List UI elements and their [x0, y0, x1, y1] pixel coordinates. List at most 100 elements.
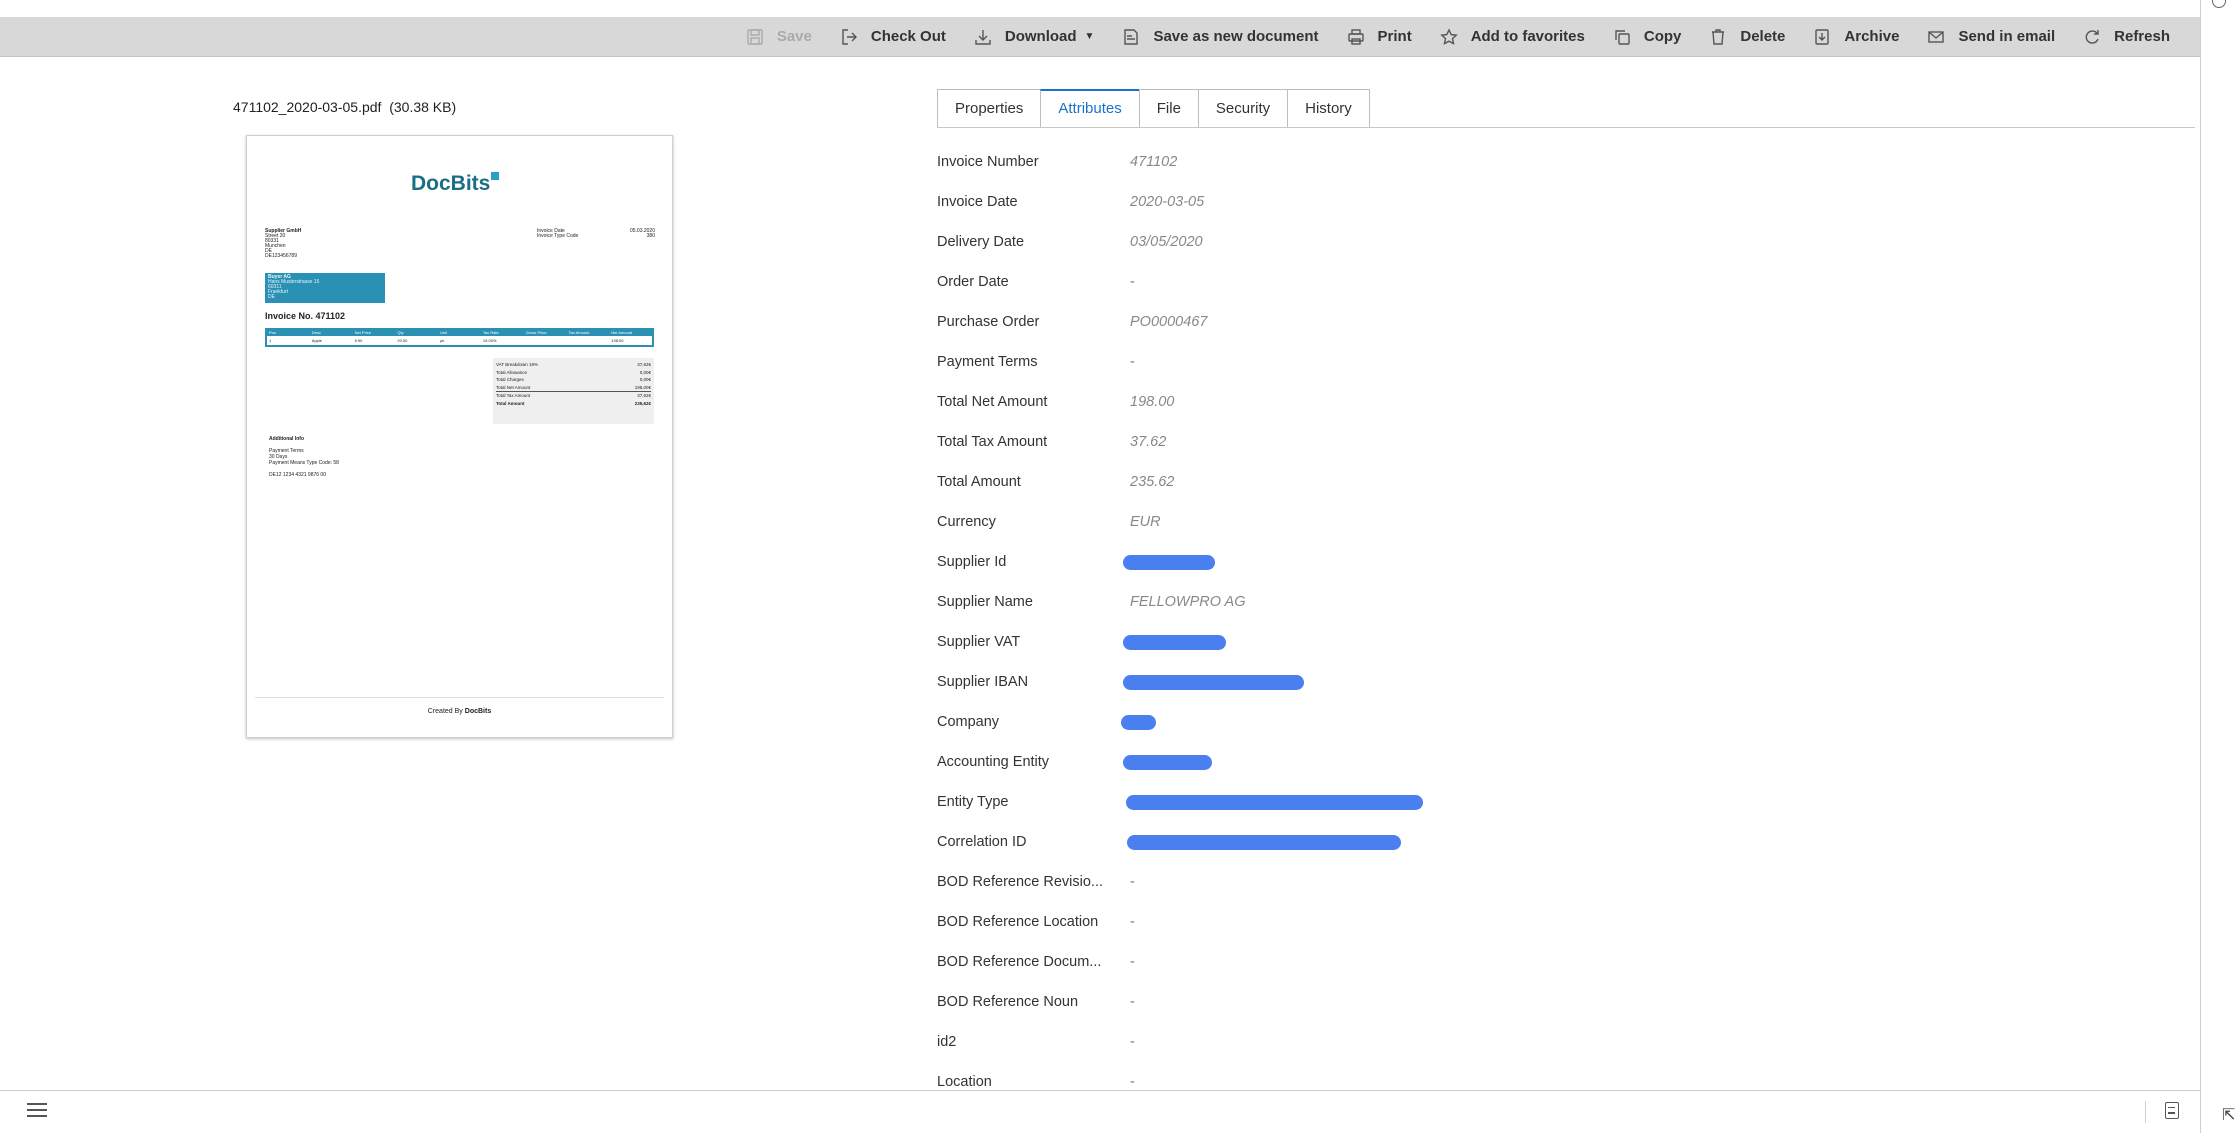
- tab-attributes[interactable]: Attributes: [1040, 89, 1140, 127]
- attribute-value[interactable]: -: [1130, 354, 1135, 370]
- attribute-value[interactable]: 37.62: [1130, 434, 1166, 450]
- tab-file[interactable]: File: [1138, 89, 1199, 127]
- table-header: Pos Desc Net Price Qty Unit Tax Rate Gross Pri…: [267, 330, 652, 336]
- attribute-label: Payment Terms: [937, 354, 1038, 370]
- star-icon: [1439, 27, 1458, 45]
- invoice-title: Invoice No. 471102: [265, 311, 346, 321]
- attribute-row: Correlation ID: [937, 822, 2187, 862]
- hamburger-menu-icon[interactable]: [27, 1103, 47, 1117]
- attribute-label: Supplier VAT: [937, 634, 1021, 650]
- delete-label: Delete: [1740, 28, 1786, 45]
- pdf-icon: [1124, 28, 1139, 45]
- attribute-label: Total Tax Amount: [937, 434, 1048, 450]
- attribute-row: BOD Reference Location -: [937, 902, 2187, 942]
- attribute-row: Supplier Id: [937, 542, 2187, 582]
- print-label: Print: [1377, 28, 1412, 45]
- attribute-row: Order Date -: [937, 262, 2187, 302]
- redacted-value: [1123, 674, 1304, 690]
- attribute-label: Company: [937, 714, 1000, 730]
- invoice-meta: Invoice Date 05.03.2020 Invoice Type Code…: [537, 228, 655, 239]
- floppy-icon: [747, 28, 763, 45]
- attribute-value[interactable]: -: [1130, 1074, 1135, 1090]
- external-link-icon[interactable]: ⇱: [2222, 1105, 2235, 1125]
- delete-button[interactable]: Delete: [1709, 28, 1785, 46]
- info-icon[interactable]: [2212, 0, 2226, 8]
- attribute-label: Correlation ID: [937, 834, 1027, 850]
- attribute-value[interactable]: -: [1130, 874, 1135, 890]
- copy-label: Copy: [1643, 28, 1682, 45]
- attribute-label: Location: [937, 1074, 992, 1090]
- print-button[interactable]: Print: [1347, 28, 1412, 46]
- attribute-row: Invoice Date 2020-03-05: [937, 182, 2187, 222]
- archive-icon: [1815, 28, 1830, 45]
- attribute-label: Supplier IBAN: [937, 674, 1029, 690]
- attribute-label: BOD Reference Docum...: [937, 954, 1102, 970]
- tab-properties[interactable]: Properties: [937, 89, 1042, 127]
- attribute-value[interactable]: PO0000467: [1130, 314, 1207, 330]
- attribute-row: BOD Reference Docum... -: [937, 942, 2187, 982]
- send-in-email-label: Send in email: [1958, 28, 2056, 45]
- save-as-new-label: Save as new document: [1153, 28, 1319, 45]
- attribute-label: id2: [937, 1034, 957, 1050]
- attribute-row: Supplier IBAN: [937, 662, 2187, 702]
- check-out-button[interactable]: Check Out: [840, 28, 946, 46]
- tab-security[interactable]: Security: [1197, 89, 1289, 127]
- attribute-value[interactable]: FELLOWPRO AG: [1130, 594, 1245, 610]
- refresh-icon: [2085, 29, 2099, 44]
- save-label: Save: [776, 28, 812, 45]
- redacted-value: [1123, 554, 1215, 570]
- attribute-row: Supplier VAT: [937, 622, 2187, 662]
- download-button[interactable]: Download ▼: [974, 28, 1094, 46]
- attribute-value[interactable]: 471102: [1130, 154, 1177, 170]
- attribute-label: Supplier Name: [937, 594, 1033, 610]
- attribute-value[interactable]: -: [1130, 914, 1135, 930]
- tab-history[interactable]: History: [1287, 89, 1370, 127]
- docbits-logo: DocBits: [411, 172, 500, 196]
- attribute-value[interactable]: -: [1130, 994, 1135, 1010]
- attribute-label: Delivery Date: [937, 234, 1025, 250]
- attribute-value[interactable]: 03/05/2020: [1130, 234, 1203, 250]
- attribute-value[interactable]: 198.00: [1130, 394, 1174, 410]
- attribute-row: Supplier Name FELLOWPRO AG: [937, 582, 2187, 622]
- attribute-label: Total Net Amount: [937, 394, 1048, 410]
- attribute-label: Invoice Number: [937, 154, 1039, 170]
- attribute-row: Total Amount 235.62: [937, 462, 2187, 502]
- panel-divider: [2200, 0, 2201, 1133]
- attribute-value[interactable]: -: [1130, 274, 1135, 290]
- file-size: (30.38 KB): [389, 99, 457, 115]
- attribute-value[interactable]: EUR: [1130, 514, 1161, 530]
- document-preview[interactable]: DocBits Supplier GmbH Street 20 80331 Mu…: [246, 135, 673, 738]
- attribute-row: id2 -: [937, 1022, 2187, 1062]
- send-in-email-button[interactable]: Send in email: [1927, 28, 2055, 46]
- check-out-label: Check Out: [870, 28, 946, 45]
- supplier-address: Supplier GmbH Street 20 80331 Munchen DE…: [265, 228, 302, 259]
- attribute-label: Currency: [937, 514, 996, 530]
- attribute-label: Invoice Date: [937, 194, 1018, 210]
- sign-out-icon: [842, 28, 857, 45]
- save-as-new-document-button[interactable]: Save as new document: [1122, 28, 1319, 46]
- attribute-value[interactable]: -: [1130, 954, 1135, 970]
- attributes-list: Invoice Number 471102 Invoice Date 2020-03-…: [937, 142, 2187, 1092]
- archive-button[interactable]: Archive: [1813, 28, 1899, 46]
- printer-icon: [1347, 28, 1364, 45]
- attribute-label: BOD Reference Location: [937, 914, 1099, 930]
- attribute-value[interactable]: 2020-03-05: [1130, 194, 1204, 210]
- download-icon: [975, 29, 991, 45]
- copy-button[interactable]: Copy: [1613, 28, 1682, 46]
- attribute-value[interactable]: -: [1130, 1034, 1135, 1050]
- envelope-icon: [1928, 30, 1945, 43]
- download-label: Download: [1004, 28, 1077, 45]
- attribute-label: Accounting Entity: [937, 754, 1050, 770]
- notes-icon[interactable]: [2165, 1102, 2179, 1119]
- refresh-button[interactable]: Refresh: [2083, 28, 2170, 46]
- attribute-row: Purchase Order PO0000467: [937, 302, 2187, 342]
- attribute-row: Entity Type: [937, 782, 2187, 822]
- save-button[interactable]: Save: [746, 28, 812, 46]
- divider: [2145, 1101, 2146, 1123]
- add-to-favorites-button[interactable]: Add to favorites: [1439, 27, 1585, 46]
- redacted-value: [1127, 834, 1401, 850]
- attribute-row: Total Net Amount 198.00: [937, 382, 2187, 422]
- line-items-table: Pos Desc Net Price Qty Unit Tax Rate Gross Pri…: [265, 328, 654, 347]
- attribute-label: Entity Type: [937, 794, 1009, 810]
- attribute-value[interactable]: 235.62: [1130, 474, 1174, 490]
